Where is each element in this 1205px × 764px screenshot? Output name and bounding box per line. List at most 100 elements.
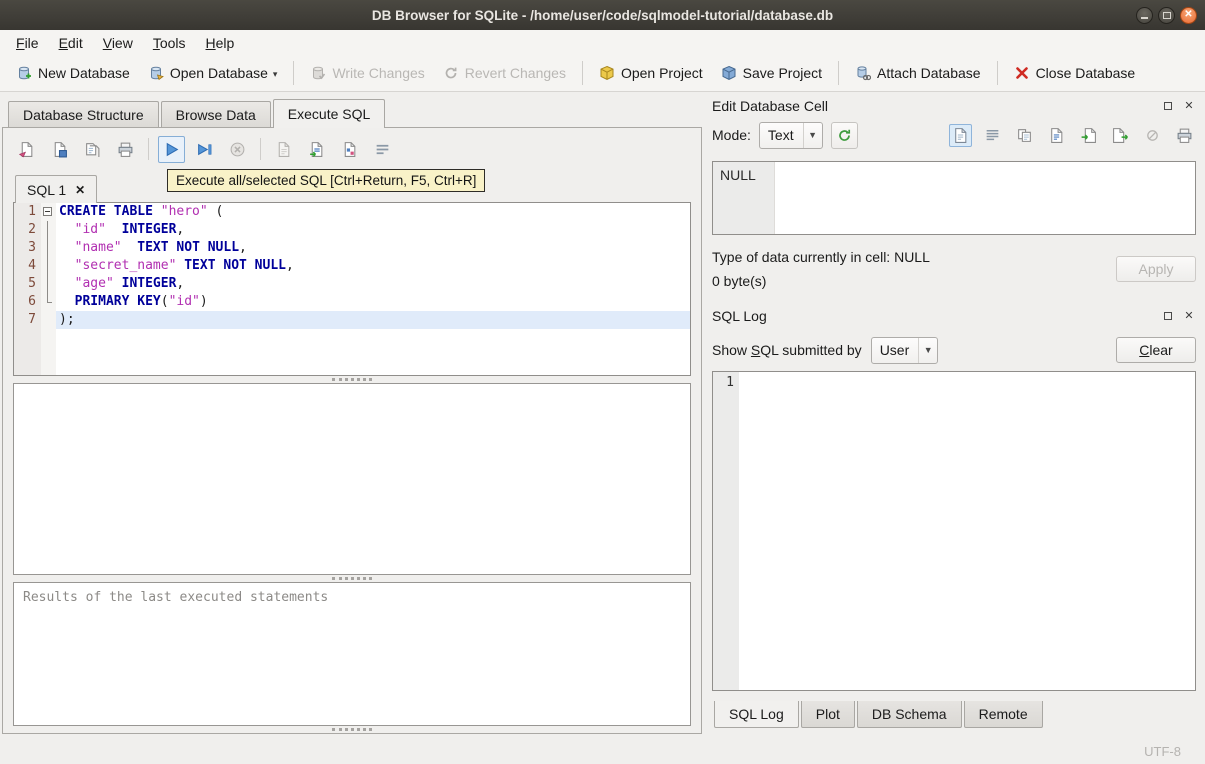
code-line[interactable]: CREATE TABLE "hero" ( (56, 203, 690, 221)
close-dock-button[interactable]: ✕ (1182, 309, 1196, 323)
auto-complete-button[interactable] (336, 136, 363, 163)
open-database-button[interactable]: Open Database ▾ (140, 60, 286, 86)
export-results-button[interactable] (303, 136, 330, 163)
close-sql-tab-icon[interactable]: ✕ (75, 183, 85, 197)
code-line[interactable]: "id" INTEGER, (56, 221, 690, 239)
log-filter-select[interactable]: User ▼ (870, 336, 939, 364)
statusbar: UTF-8 (0, 738, 1205, 764)
line-number[interactable]: 2 (14, 221, 41, 239)
copy-cell-button[interactable] (1013, 124, 1036, 147)
code-line[interactable]: ); (56, 311, 690, 329)
editor-code-area[interactable]: CREATE TABLE "hero" ( "id" INTEGER, "nam… (56, 203, 690, 375)
sql-code-editor[interactable]: 1234567 CREATE TABLE "hero" ( "id" INTEG… (13, 202, 691, 376)
open-sql-file-button[interactable] (13, 136, 40, 163)
maximize-button[interactable] (1158, 6, 1175, 24)
code-line[interactable]: "secret_name" TEXT NOT NULL, (56, 257, 690, 275)
editor-fold-margin[interactable] (41, 203, 56, 375)
auto-switch-mode-icon (837, 128, 852, 143)
word-wrap-button[interactable] (369, 136, 396, 163)
mode-select[interactable]: Text ▼ (758, 121, 823, 149)
edit-cell-toolbar: Mode: Text ▼ (712, 117, 1196, 153)
menu-file[interactable]: File (6, 32, 49, 54)
open-database-dropdown-icon[interactable]: ▾ (273, 69, 278, 81)
code-line[interactable]: PRIMARY KEY("id") (56, 293, 690, 311)
open-project-button[interactable]: Open Project (591, 60, 711, 86)
fold-marker (41, 311, 56, 329)
line-number[interactable]: 5 (14, 275, 41, 293)
window-controls: ✕ (1136, 0, 1197, 30)
attach-database-button[interactable]: Attach Database (847, 60, 989, 86)
maximize-icon (1162, 11, 1171, 19)
main-toolbar: New Database Open Database ▾ Write Chang… (0, 55, 1205, 92)
edit-cell-dock-title: Edit Database Cell (712, 98, 828, 114)
titlebar[interactable]: DB Browser for SQLite - /home/user/code/… (0, 0, 1205, 30)
main-tab-bar: Database Structure Browse Data Execute S… (2, 99, 702, 128)
execute-all-button[interactable] (158, 135, 185, 163)
line-number[interactable]: 6 (14, 293, 41, 311)
new-database-button[interactable]: New Database (8, 60, 138, 86)
splitter-handle[interactable] (13, 726, 691, 733)
tab-browse-data[interactable]: Browse Data (160, 101, 271, 127)
justify-text-icon (984, 127, 1001, 144)
window-title: DB Browser for SQLite - /home/user/code/… (371, 7, 834, 23)
line-number[interactable]: 7 (14, 311, 41, 329)
tab-db-schema[interactable]: DB Schema (856, 701, 962, 728)
splitter-handle[interactable] (13, 376, 691, 383)
menu-tools[interactable]: Tools (143, 32, 196, 54)
print-sql-button[interactable] (112, 136, 139, 163)
write-changes-button: Write Changes (302, 60, 432, 86)
line-number[interactable]: 1 (14, 203, 41, 221)
save-results-icon (275, 141, 292, 158)
toolbar-separator (293, 61, 295, 85)
toolbar-separator (260, 138, 261, 160)
tab-sql-log[interactable]: SQL Log (714, 701, 799, 728)
editor-gutter[interactable]: 1234567 (14, 203, 41, 375)
clear-log-button[interactable]: Clear (1116, 337, 1196, 363)
open-sql-file-icon (18, 141, 35, 158)
menu-edit[interactable]: Edit (49, 32, 93, 54)
edit-cell-button[interactable] (1045, 124, 1068, 147)
close-database-button[interactable]: Close Database (1006, 60, 1144, 86)
float-dock-button[interactable] (1161, 99, 1175, 113)
sql-toolbar (13, 128, 691, 168)
menu-view[interactable]: View (93, 32, 143, 54)
code-line[interactable]: "name" TEXT NOT NULL, (56, 239, 690, 257)
tab-execute-sql[interactable]: Execute SQL (272, 99, 386, 128)
edit-cell-icon-group (949, 123, 1196, 147)
close-dock-button[interactable]: ✕ (1182, 99, 1196, 113)
auto-switch-mode-button[interactable] (830, 121, 858, 149)
import-data-button[interactable] (1077, 124, 1100, 147)
line-number[interactable]: 3 (14, 239, 41, 257)
line-number[interactable]: 4 (14, 257, 41, 275)
tab-database-structure[interactable]: Database Structure (8, 101, 159, 127)
fold-marker[interactable] (41, 203, 56, 221)
sql-log-view[interactable]: 1 (712, 371, 1196, 691)
encoding-status: UTF-8 (1144, 743, 1181, 759)
stop-button (224, 136, 251, 163)
code-line[interactable]: "age" INTEGER, (56, 275, 690, 293)
fold-marker (41, 275, 56, 293)
cell-value-editor[interactable]: NULL (712, 161, 1196, 235)
log-content (739, 372, 1195, 690)
right-panel: Edit Database Cell ✕ Mode: Text ▼ NULL T… (702, 92, 1205, 738)
close-button[interactable]: ✕ (1180, 6, 1197, 24)
app-window: DB Browser for SQLite - /home/user/code/… (0, 0, 1205, 764)
open-database-icon (148, 65, 164, 81)
save-sql-file-button[interactable] (46, 136, 73, 163)
minimize-button[interactable] (1136, 6, 1153, 24)
execute-line-button[interactable] (191, 136, 218, 163)
save-sql-as-button[interactable] (79, 136, 106, 163)
sql-tab-1[interactable]: SQL 1 ✕ (15, 175, 98, 203)
open-project-icon (599, 65, 615, 81)
float-dock-button[interactable] (1161, 309, 1175, 323)
save-project-button[interactable]: Save Project (713, 60, 830, 86)
tab-remote[interactable]: Remote (963, 701, 1043, 728)
splitter-handle[interactable] (13, 575, 691, 582)
justify-text-button[interactable] (981, 124, 1004, 147)
text-view-button[interactable] (949, 123, 972, 147)
print-cell-button[interactable] (1173, 124, 1196, 147)
export-data-button[interactable] (1109, 124, 1132, 147)
menu-help[interactable]: Help (196, 32, 245, 54)
results-grid[interactable] (13, 383, 691, 575)
tab-plot[interactable]: Plot (800, 701, 855, 728)
